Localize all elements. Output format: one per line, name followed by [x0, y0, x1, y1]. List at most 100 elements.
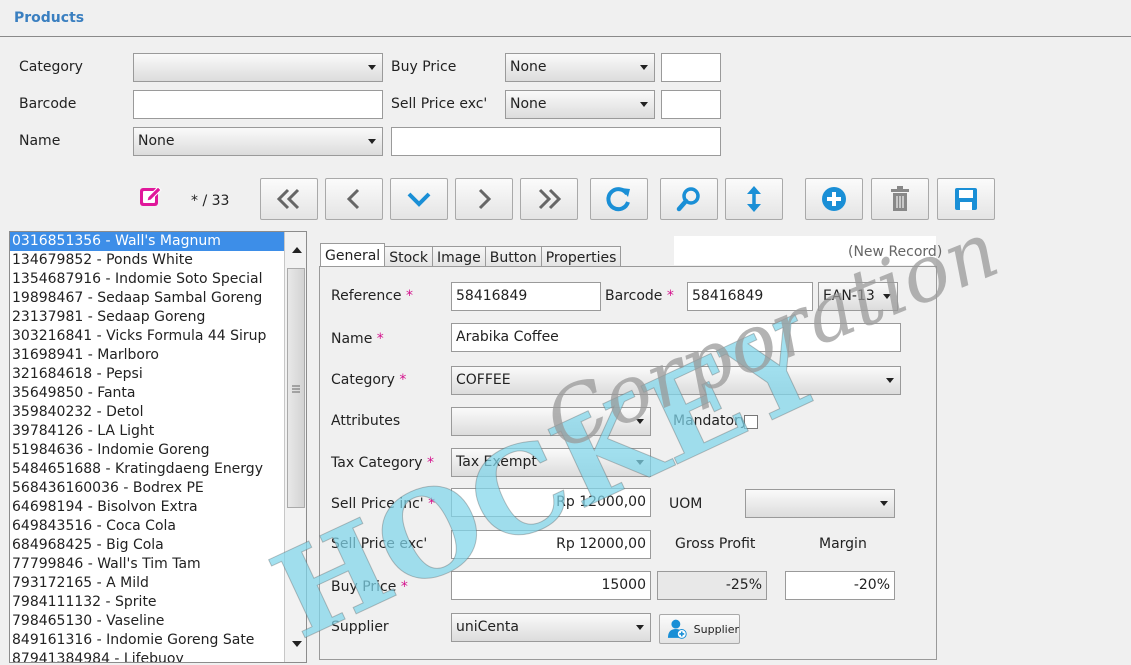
name-input[interactable]: Arabika Coffee [451, 323, 901, 352]
chevron-down-icon [880, 501, 888, 506]
filter-category-select[interactable] [133, 53, 383, 82]
gross-profit-value: -25% [657, 571, 767, 600]
vertical-arrows-icon [747, 186, 761, 212]
record-status: (New Record) [848, 244, 943, 260]
sell-price-inc-input[interactable]: Rp 12000,00 [451, 488, 651, 517]
filter-barcode-input[interactable] [133, 90, 383, 119]
edit-pencil-icon [138, 184, 164, 214]
chevron-down-icon [640, 102, 648, 107]
header-bar [0, 0, 1131, 37]
chevron-down-icon [368, 139, 376, 144]
scroll-down-icon[interactable] [292, 640, 302, 648]
chevron-down-icon [407, 192, 431, 207]
chevron-down-icon [640, 65, 648, 70]
chevron-down-icon [886, 378, 894, 383]
product-list[interactable]: 0316851356 - Wall's Magnum 134679852 - Po… [9, 231, 307, 663]
category-select[interactable]: COFFEE [451, 366, 901, 395]
mandatory-label: Mandatory [673, 413, 749, 429]
gross-profit-label: Gross Profit [675, 536, 756, 552]
last-record-button[interactable] [520, 178, 578, 220]
filter-name-input[interactable] [391, 127, 721, 156]
list-item[interactable]: 51984636 - Indomie Goreng [10, 441, 306, 460]
sell-price-exc-label: Sell Price exc' [331, 536, 428, 552]
list-item[interactable]: 134679852 - Ponds White [10, 251, 306, 270]
barcode-type-select[interactable]: EAN-13 [818, 282, 898, 311]
next-record-button[interactable] [455, 178, 513, 220]
list-item[interactable]: 19898467 - Sedaap Sambal Goreng [10, 289, 306, 308]
list-item[interactable]: 303216841 - Vicks Formula 44 Sirup [10, 327, 306, 346]
sort-button[interactable] [725, 178, 783, 220]
chevron-down-icon [636, 460, 644, 465]
list-item[interactable]: 23137981 - Sedaap Goreng [10, 308, 306, 327]
mandatory-checkbox[interactable] [744, 415, 758, 429]
list-item[interactable]: 35649850 - Fanta [10, 384, 306, 403]
supplier-label: Supplier [331, 619, 389, 635]
sell-price-exc-input[interactable]: Rp 12000,00 [451, 530, 651, 559]
chevron-down-icon [636, 419, 644, 424]
filter-sell-price-operator[interactable]: None [505, 90, 655, 119]
list-item[interactable]: 39784126 - LA Light [10, 422, 306, 441]
list-item[interactable]: 798465130 - Vaseline [10, 612, 306, 631]
previous-record-button[interactable] [325, 178, 383, 220]
search-icon [676, 187, 700, 212]
list-item[interactable]: 5484651688 - Kratingdaeng Energy [10, 460, 306, 479]
chevron-down-icon [636, 625, 644, 630]
chevron-right-icon [478, 188, 492, 210]
list-item[interactable]: 31698941 - Marlboro [10, 346, 306, 365]
list-item[interactable]: 793172165 - A Mild [10, 574, 306, 593]
list-item[interactable]: 64698194 - Bisolvon Extra [10, 498, 306, 517]
add-record-button[interactable] [805, 178, 863, 220]
tax-category-select[interactable]: Tax Exempt [451, 448, 651, 477]
list-item[interactable]: 0316851356 - Wall's Magnum [10, 232, 306, 251]
list-item[interactable]: 684968425 - Big Cola [10, 536, 306, 555]
list-item[interactable]: 87941384984 - Lifebuoy [10, 650, 306, 662]
filter-buy-price-operator[interactable]: None [505, 53, 655, 82]
filter-sell-price-input[interactable] [661, 90, 721, 119]
filter-buy-price-label: Buy Price [391, 59, 457, 75]
uom-label: UOM [669, 496, 703, 512]
list-item[interactable]: 1354687916 - Indomie Soto Special [10, 270, 306, 289]
list-scrollbar[interactable] [284, 232, 306, 662]
list-item[interactable]: 849161316 - Indomie Goreng Sate [10, 631, 306, 650]
buy-price-input[interactable]: 15000 [451, 571, 651, 600]
reference-label: Reference * [331, 288, 413, 304]
filter-sell-price-label: Sell Price exc' [391, 96, 488, 112]
list-item[interactable]: 359840232 - Detol [10, 403, 306, 422]
search-button[interactable] [660, 178, 718, 220]
reference-input[interactable]: 58416849 [451, 282, 601, 311]
scroll-up-icon[interactable] [292, 246, 302, 254]
supplier-button[interactable]: Supplier [659, 614, 740, 644]
margin-value: -20% [785, 571, 895, 600]
barcode-label: Barcode * [605, 288, 674, 304]
plus-circle-icon [822, 187, 846, 211]
refresh-button[interactable] [590, 178, 648, 220]
add-user-icon [667, 619, 687, 639]
filter-category-label: Category [19, 59, 83, 75]
list-item[interactable]: 568436160036 - Bodrex PE [10, 479, 306, 498]
trash-icon [891, 186, 909, 211]
list-item[interactable]: 77799846 - Wall's Tim Tam [10, 555, 306, 574]
delete-record-button[interactable] [871, 178, 929, 220]
double-chevron-right-icon [538, 188, 562, 210]
tax-category-label: Tax Category * [331, 455, 434, 471]
barcode-input[interactable]: 58416849 [687, 282, 813, 311]
chevron-down-icon [883, 294, 891, 299]
save-record-button[interactable] [937, 178, 995, 220]
uom-select[interactable] [745, 489, 895, 518]
attributes-select[interactable] [451, 407, 651, 436]
supplier-select[interactable]: uniCenta [451, 613, 651, 642]
filter-name-operator[interactable]: None [133, 127, 383, 156]
page-title: Products [14, 10, 85, 26]
refresh-icon [606, 187, 630, 212]
product-list-rows: 0316851356 - Wall's Magnum 134679852 - Po… [10, 232, 306, 662]
record-down-button[interactable] [390, 178, 448, 220]
list-item[interactable]: 321684618 - Pepsi [10, 365, 306, 384]
list-item[interactable]: 649843516 - Coca Cola [10, 517, 306, 536]
filter-buy-price-input[interactable] [661, 53, 721, 82]
filter-name-label: Name [19, 133, 61, 149]
save-icon [955, 188, 977, 210]
chevron-down-icon [368, 65, 376, 70]
attributes-label: Attributes [331, 413, 401, 429]
list-item[interactable]: 7984111132 - Sprite [10, 593, 306, 612]
first-record-button[interactable] [260, 178, 318, 220]
